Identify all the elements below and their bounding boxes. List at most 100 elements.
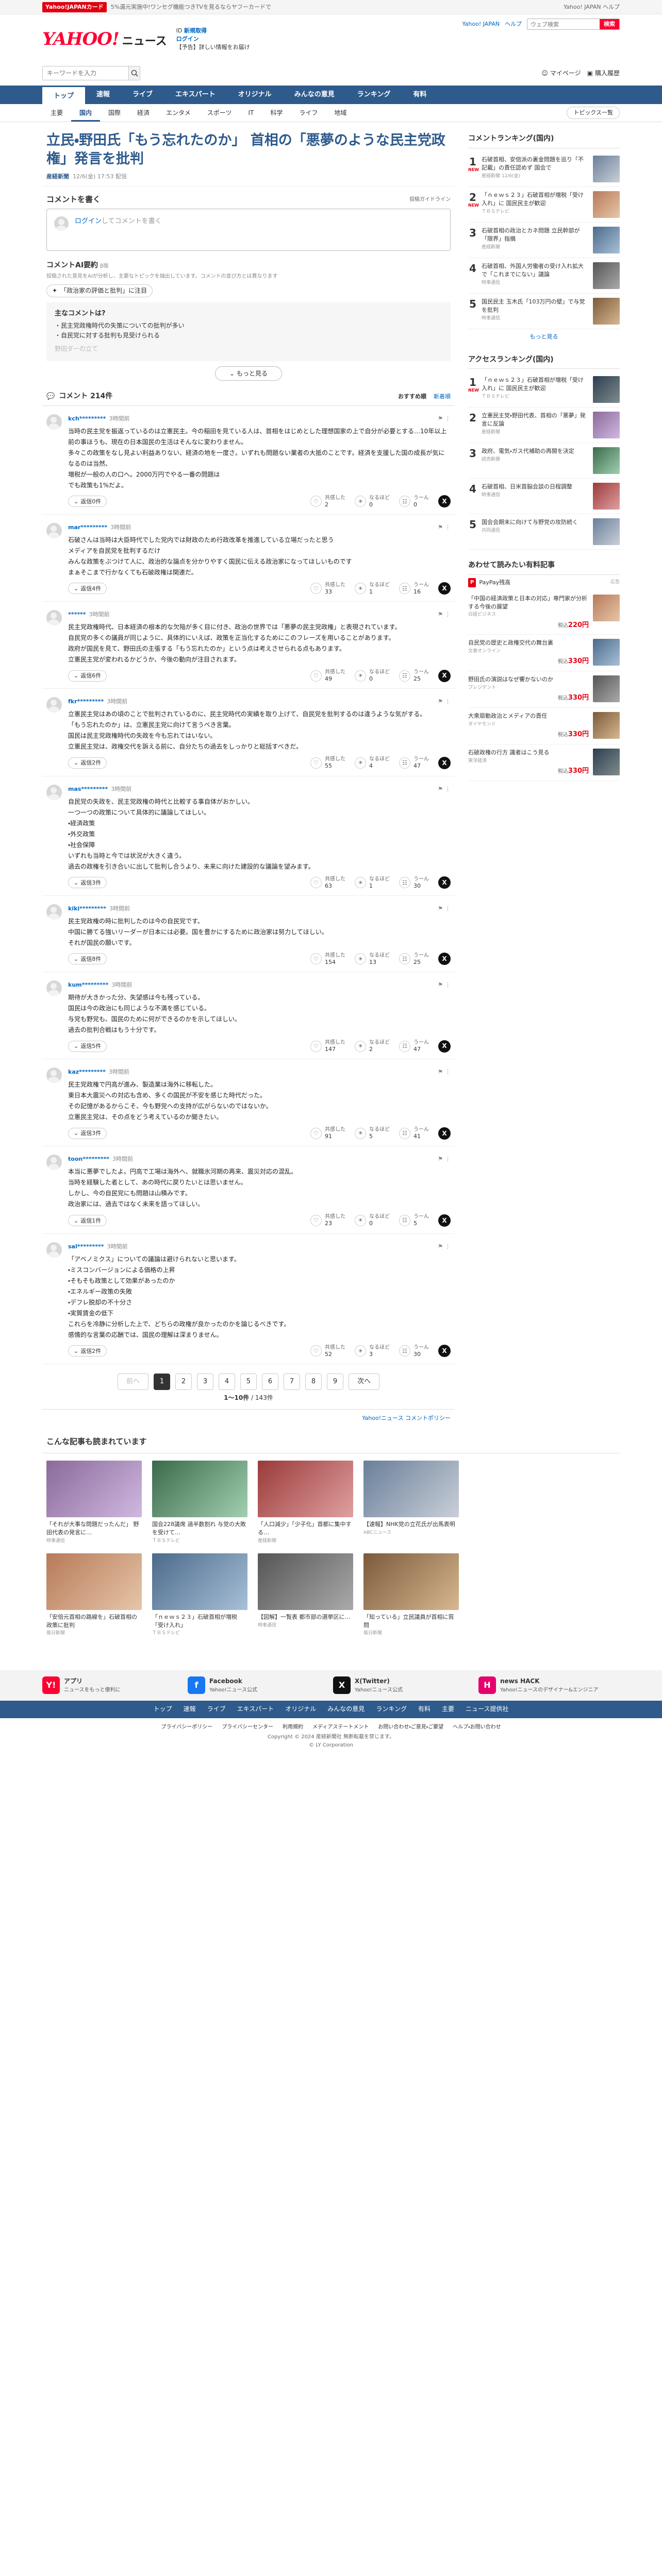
comment-policy-link[interactable]: Yahoo!ニュース コメントポリシー [42, 1409, 455, 1422]
ranking-item[interactable]: 1 NEW 石破首相、安倍派の裏金問題を巡り「不記載」の責任認めず 国会で 産経新聞 … [468, 151, 620, 187]
more-icon[interactable]: ⋮ [445, 414, 451, 423]
unclear-reaction[interactable]: ☀ なるほど 0 [355, 1214, 390, 1227]
reply-toggle[interactable]: ⌄ 返信5件 [68, 1040, 107, 1052]
helpful-reaction[interactable]: ☷ うーん 16 [399, 582, 429, 595]
avatar[interactable] [46, 1155, 62, 1171]
more-icon[interactable]: ⋮ [445, 904, 451, 913]
reply-toggle[interactable]: ⌄ 返信3件 [68, 877, 107, 889]
card-promo-text[interactable]: 5%還元実施中!ワンセグ機能つきTVを見るならヤフーカードで [111, 3, 271, 11]
flag-icon[interactable]: ⚑ [438, 904, 443, 913]
like-reaction[interactable]: ♡ 共感した 23 [310, 1214, 345, 1227]
comment-menu[interactable]: ⚑ ⋮ [438, 980, 451, 989]
flag-icon[interactable]: ⚑ [438, 1155, 443, 1163]
footer-nav-item[interactable]: みんなの意見 [327, 1704, 365, 1714]
helpful-reaction[interactable]: ☷ うーん 30 [399, 1345, 429, 1358]
comment-user[interactable]: kiki********* [68, 904, 106, 913]
page-button-2[interactable]: 2 [175, 1373, 192, 1390]
flag-icon[interactable]: ⚑ [438, 610, 443, 619]
paid-article-item[interactable]: 自民党の歴史と政権交代の舞台裏 文春オンライン 税込330円 [468, 635, 620, 672]
global-help-link[interactable]: Yahoo! JAPAN ヘルプ [564, 3, 620, 11]
footer-link[interactable]: メディアステートメント [312, 1723, 369, 1732]
avatar[interactable] [46, 414, 62, 430]
helpful-reaction[interactable]: ☷ うーん 0 [399, 495, 429, 508]
avatar[interactable] [46, 784, 62, 800]
footer-link[interactable]: プライバシーポリシー [161, 1723, 212, 1732]
paid-article-item[interactable]: 大衆扇動政治とメディアの責任 ダイヤモンド 税込330円 [468, 708, 620, 744]
helpful-reaction[interactable]: ☷ うーん 41 [399, 1127, 429, 1140]
comment-user[interactable]: ****** [68, 610, 86, 619]
page-button-8[interactable]: 8 [305, 1373, 322, 1390]
reply-toggle[interactable]: ⌄ 返信4件 [68, 583, 107, 595]
unclear-reaction[interactable]: ☀ なるほど 1 [355, 876, 390, 889]
ranking-item[interactable]: 3 政府、電気・ガス代補助の再開を決定 読売新聞 [468, 443, 620, 479]
like-reaction[interactable]: ♡ 共感した 52 [310, 1345, 345, 1358]
nav-item-3[interactable]: エキスパート [164, 86, 227, 104]
recommended-card[interactable]: 「人口減少」「少子化」首都に集中する… 産経新聞 [258, 1460, 353, 1545]
nav-item-2[interactable]: ライブ [121, 86, 164, 104]
recommended-card[interactable]: 【速報】NHK党の立花氏が出馬表明 ABCニュース [363, 1460, 459, 1545]
article-source[interactable]: 産経新聞 [46, 173, 69, 180]
comment-menu[interactable]: ⚑ ⋮ [438, 414, 451, 423]
web-search-input[interactable] [527, 19, 600, 29]
x-share-icon[interactable]: X [438, 1040, 451, 1053]
unclear-reaction[interactable]: ☀ なるほど 1 [355, 582, 390, 595]
page-button-7[interactable]: 7 [284, 1373, 300, 1390]
subnav-item-1[interactable]: 国内 [71, 104, 101, 122]
ranking-item[interactable]: 4 石破首相、外国人労働者の受け入れ拡大で「これまでにない」議論 時事通信 [468, 258, 620, 294]
unclear-reaction[interactable]: ☀ なるほど 13 [355, 953, 390, 965]
x-share-icon[interactable]: X [438, 953, 451, 965]
more-icon[interactable]: ⋮ [445, 785, 451, 793]
recommended-card[interactable]: 【図解】一覧表 都市部の選挙区に… 時事通信 [258, 1553, 353, 1638]
footer-nav-item[interactable]: エキスパート [237, 1704, 274, 1714]
flag-icon[interactable]: ⚑ [438, 697, 443, 706]
page-button-3[interactable]: 3 [197, 1373, 213, 1390]
comment-user[interactable]: sal********* [68, 1242, 104, 1251]
reply-toggle[interactable]: ⌄ 返信8件 [68, 953, 107, 965]
like-reaction[interactable]: ♡ 共感した 154 [310, 953, 345, 965]
card-badge[interactable]: Yahoo!JAPANカード [42, 2, 107, 12]
subnav-item-8[interactable]: ライフ [291, 104, 326, 122]
nav-item-7[interactable]: 有料 [402, 86, 438, 104]
show-more-button[interactable]: ⌄ もっと見る [215, 366, 282, 381]
comment-input-box[interactable]: ログインしてコメントを書く [46, 209, 451, 251]
more-icon[interactable]: ⋮ [445, 980, 451, 989]
register-link[interactable]: 新規取得 [184, 27, 207, 34]
flag-icon[interactable]: ⚑ [438, 980, 443, 989]
page-button-5[interactable]: 5 [240, 1373, 257, 1390]
guideline-link[interactable]: 投稿ガイドライン [409, 196, 451, 204]
recommended-card[interactable]: 「それが大事な問題だったんだ」 野田代表の発言に… 時事通信 [46, 1460, 142, 1545]
reply-toggle[interactable]: ⌄ 返信2件 [68, 757, 107, 769]
paid-article-item[interactable]: 野田氏の演説はなぜ響かないのか プレジデント 税込330円 [468, 671, 620, 708]
footer-link[interactable]: お問い合わせ・ご意見・ご要望 [378, 1723, 443, 1732]
avatar[interactable] [46, 1242, 62, 1258]
sort-recommended[interactable]: おすすめ順 [398, 392, 426, 401]
footer-app-link[interactable]: f Facebook Yahoo!ニュース公式 [188, 1676, 317, 1694]
footer-link[interactable]: ヘルプ・お問い合わせ [453, 1723, 501, 1732]
footer-nav-item[interactable]: ランキング [376, 1704, 407, 1714]
more-icon[interactable]: ⋮ [445, 1067, 451, 1076]
topics-list-button[interactable]: トピックス一覧 [567, 107, 620, 119]
sort-newest[interactable]: 新着順 [434, 392, 451, 401]
yahoo-news-logo[interactable]: YAHOO! ニュース [42, 26, 167, 53]
nav-item-4[interactable]: オリジナル [227, 86, 283, 104]
recommended-card[interactable]: 「ｎｅｗｓ２３」石破首相が増税「受け入れ」 ＴＢＳテレビ [152, 1553, 247, 1638]
article-title[interactable]: 立民・野田氏「もう忘れたのか」 首相の「悪夢のような民主党政権」発言を批判 [42, 131, 455, 169]
helpful-reaction[interactable]: ☷ うーん 25 [399, 953, 429, 965]
comment-menu[interactable]: ⚑ ⋮ [438, 523, 451, 532]
paid-article-item[interactable]: 石破政権の行方 識者はこう見る 東洋経済 税込330円 [468, 744, 620, 781]
ranking-more-link[interactable]: もっと見る [468, 329, 620, 344]
footer-nav-item[interactable]: ニュース提供社 [466, 1704, 508, 1714]
footer-nav-item[interactable]: オリジナル [285, 1704, 316, 1714]
helpful-reaction[interactable]: ☷ うーん 47 [399, 1040, 429, 1053]
avatar[interactable] [46, 980, 62, 996]
page-button-4[interactable]: 4 [219, 1373, 235, 1390]
like-reaction[interactable]: ♡ 共感した 91 [310, 1127, 345, 1140]
nav-item-1[interactable]: 速報 [85, 86, 121, 104]
footer-app-link[interactable]: X X(Twitter) Yahoo!ニュース公式 [333, 1676, 462, 1694]
unclear-reaction[interactable]: ☀ なるほど 4 [355, 756, 390, 769]
unclear-reaction[interactable]: ☀ なるほど 3 [355, 1345, 390, 1358]
more-icon[interactable]: ⋮ [445, 1242, 451, 1251]
help-link[interactable]: ヘルプ [505, 20, 522, 28]
ranking-item[interactable]: 1 NEW 「ｎｅｗｓ２３」石破首相が増税「受け入れ」に 国民民主が歓迎 ＴＢＳテレビ [468, 372, 620, 408]
comment-menu[interactable]: ⚑ ⋮ [438, 610, 451, 619]
